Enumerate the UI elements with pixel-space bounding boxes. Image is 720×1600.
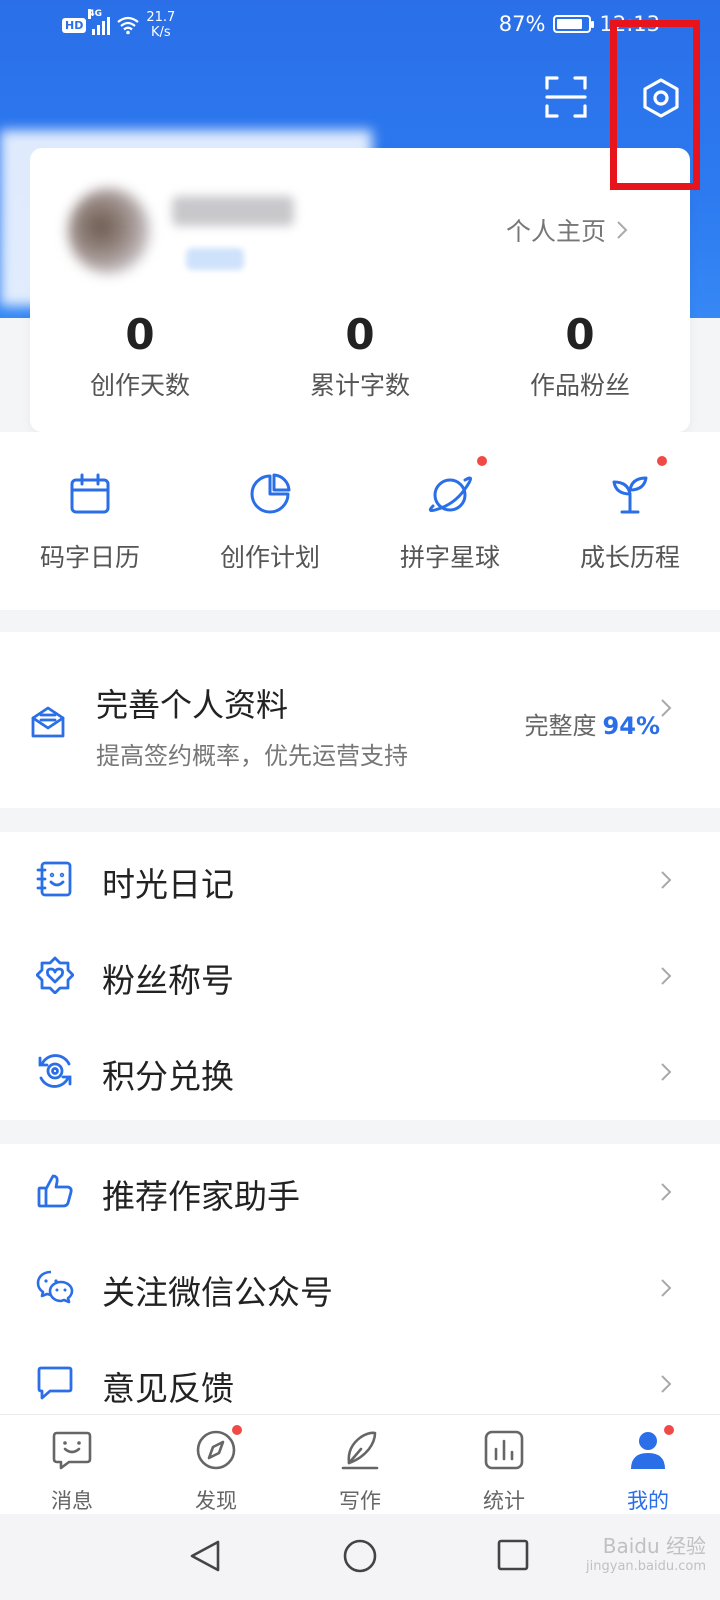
tab-label: 消息	[51, 1489, 93, 1513]
quick-action-label: 拼字星球	[399, 543, 500, 572]
homepage-link[interactable]: 个人主页	[506, 212, 628, 248]
wifi-icon	[117, 16, 140, 35]
watermark-url: jingyan.baidu.com	[586, 1559, 706, 1574]
menu-group-2: 推荐作家助手 关注微信公众号 意见反馈	[0, 1144, 720, 1414]
notification-dot	[477, 456, 487, 466]
menu-item-recommend[interactable]: 推荐作家助手	[0, 1144, 720, 1240]
tab-write[interactable]: 写作	[288, 1415, 432, 1514]
notification-dot	[664, 1425, 674, 1435]
chevron-right-icon	[661, 699, 672, 717]
quick-action-planet[interactable]: 拼字星球	[360, 432, 540, 610]
chevron-right-icon	[661, 871, 672, 889]
chevron-right-icon	[617, 221, 628, 239]
tab-label: 发现	[195, 1489, 237, 1513]
battery-icon	[553, 15, 595, 33]
menu-item-label: 积分兑换	[102, 1057, 234, 1096]
speed-value: 21.7	[146, 10, 176, 25]
signal-icon: 4G	[88, 9, 111, 35]
completion-value: 94%	[602, 712, 660, 740]
menu-item-fan-title[interactable]: 粉丝称号	[0, 928, 720, 1024]
home-icon[interactable]	[342, 1538, 378, 1574]
bottom-tab-bar: 消息 发现 写作 统计 我的	[0, 1414, 720, 1514]
menu-item-label: 意见反馈	[102, 1369, 234, 1408]
back-icon[interactable]	[188, 1538, 222, 1574]
stats-row: 0 创作天数 0 累计字数 0 作品粉丝	[30, 310, 690, 402]
stat-label: 创作天数	[89, 371, 190, 400]
watermark: Baidu 经验 jingyan.baidu.com	[586, 1530, 706, 1574]
quick-actions: 码字日历 创作计划 拼字星球 成长历程	[0, 432, 720, 610]
chevron-right-icon	[661, 1183, 672, 1201]
quick-action-label: 码字日历	[39, 543, 140, 572]
tab-me[interactable]: 我的	[576, 1415, 720, 1514]
network-speed: 21.7 K/s	[146, 10, 175, 40]
level-badge	[186, 248, 244, 270]
stat-value: 0	[565, 310, 595, 359]
menu-item-label: 时光日记	[102, 865, 234, 904]
badge-heart-icon	[36, 956, 74, 994]
stat-label: 作品粉丝	[529, 371, 630, 400]
status-left: HD 4G 21.7 K/s	[62, 9, 175, 40]
quick-action-label: 创作计划	[219, 543, 320, 572]
recent-apps-icon[interactable]	[496, 1538, 530, 1572]
menu-item-diary[interactable]: 时光日记	[0, 832, 720, 928]
tab-label: 写作	[339, 1489, 381, 1513]
wechat-icon	[36, 1270, 74, 1304]
chevron-right-icon	[661, 1279, 672, 1297]
planet-icon	[428, 476, 472, 513]
complete-profile-subtitle: 提高签约概率，优先运营支持	[96, 742, 408, 770]
feedback-icon	[37, 1366, 73, 1400]
notification-dot	[232, 1425, 242, 1435]
tab-stats[interactable]: 统计	[432, 1415, 576, 1514]
tab-label: 我的	[627, 1489, 669, 1513]
menu-item-label: 粉丝称号	[102, 961, 234, 1000]
sprout-icon	[612, 476, 648, 514]
username-blurred	[172, 196, 294, 226]
menu-item-points[interactable]: 积分兑换	[0, 1024, 720, 1120]
notification-dot	[657, 456, 667, 466]
highlight-box	[610, 20, 700, 190]
points-exchange-icon	[38, 1054, 72, 1088]
chevron-right-icon	[661, 1063, 672, 1081]
watermark-brand: Baidu 经验	[602, 1534, 706, 1558]
chevron-right-icon	[661, 1375, 672, 1393]
stat-total-words[interactable]: 0 累计字数	[250, 310, 470, 402]
profile-card-icon	[31, 706, 65, 738]
stat-value: 0	[125, 310, 155, 359]
quick-action-plan[interactable]: 创作计划	[180, 432, 360, 610]
tab-messages[interactable]: 消息	[0, 1415, 144, 1514]
completion-label: 完整度	[524, 712, 597, 740]
avatar[interactable]	[68, 188, 150, 274]
quick-action-calendar[interactable]: 码字日历	[0, 432, 180, 610]
stat-creation-days[interactable]: 0 创作天数	[30, 310, 250, 402]
menu-item-label: 关注微信公众号	[102, 1273, 333, 1312]
completion-progress: 完整度 94%	[525, 706, 660, 741]
chevron-right-icon	[661, 967, 672, 985]
diary-icon	[36, 861, 72, 897]
quick-action-label: 成长历程	[579, 543, 680, 572]
quick-action-growth[interactable]: 成长历程	[540, 432, 720, 610]
stats-icon	[484, 1430, 524, 1470]
user-icon	[631, 1432, 665, 1469]
tab-discover[interactable]: 发现	[144, 1415, 288, 1514]
stat-fans[interactable]: 0 作品粉丝	[470, 310, 690, 402]
pie-chart-icon	[250, 473, 291, 514]
homepage-label: 个人主页	[506, 217, 607, 246]
menu-item-label: 推荐作家助手	[102, 1177, 300, 1216]
stat-value: 0	[345, 310, 375, 359]
message-icon	[52, 1431, 92, 1470]
thumbs-up-icon	[37, 1174, 73, 1208]
scan-icon[interactable]	[543, 74, 589, 120]
stat-label: 累计字数	[309, 371, 410, 400]
battery-percent: 87%	[498, 12, 546, 36]
complete-profile-title: 完善个人资料	[96, 686, 289, 724]
network-type: 4G	[88, 9, 102, 19]
tab-label: 统计	[483, 1489, 525, 1513]
speed-unit: K/s	[150, 25, 171, 40]
menu-item-wechat[interactable]: 关注微信公众号	[0, 1240, 720, 1336]
menu-group-1: 时光日记 粉丝称号 积分兑换	[0, 832, 720, 1120]
compass-icon	[196, 1430, 236, 1470]
hd-badge: HD	[62, 17, 87, 33]
pen-icon	[341, 1431, 379, 1470]
calendar-icon	[70, 473, 110, 514]
